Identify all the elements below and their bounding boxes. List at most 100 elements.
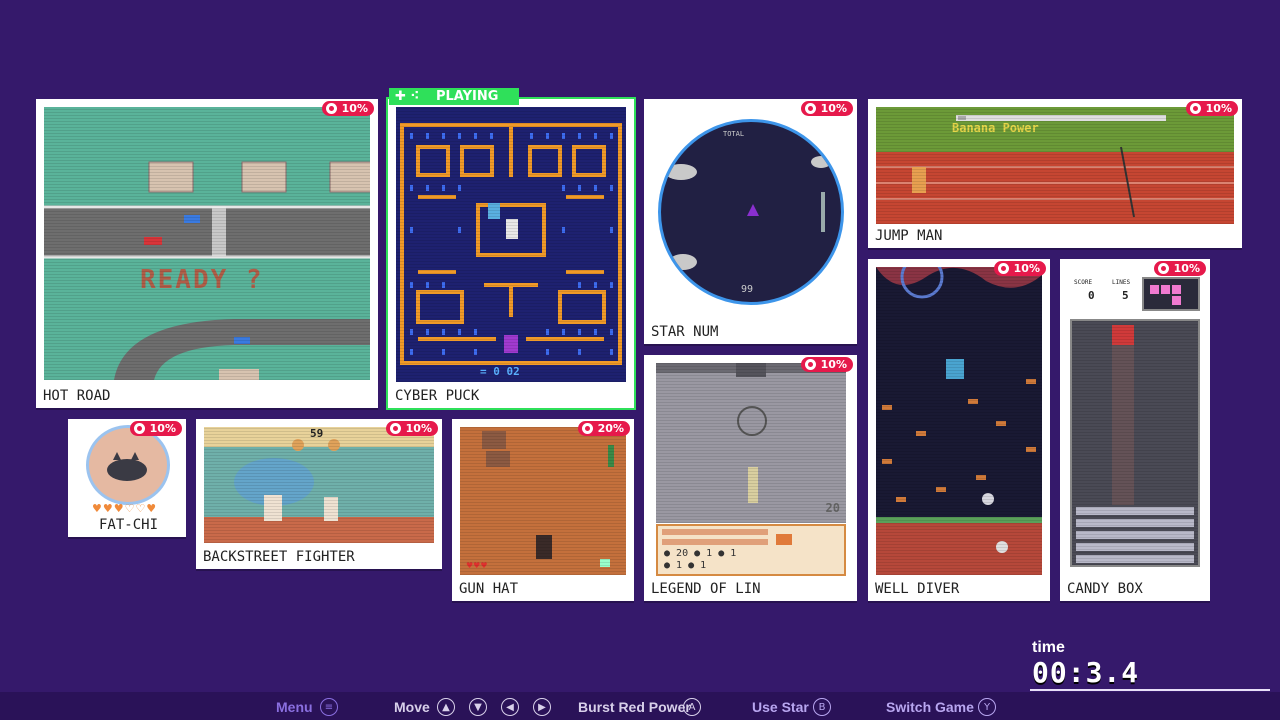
fat-chi-screen <box>86 425 170 505</box>
time-value: 00:3.4 <box>1032 656 1140 689</box>
game-title: WELL DIVER <box>875 581 960 597</box>
dungeon-room <box>656 363 846 503</box>
jump-man-screen: Banana Power <box>876 107 1234 224</box>
well-shaft <box>876 267 1042 575</box>
timer-icon <box>997 263 1009 274</box>
game-title: STAR NUM <box>651 324 719 340</box>
time-underline <box>1030 689 1270 691</box>
dpad-up-icon: ▲ <box>437 698 455 716</box>
dpad-down-icon: ▼ <box>469 698 487 716</box>
game-title: JUMP MAN <box>875 228 943 244</box>
game-card-well-diver[interactable]: 10% WELL DIVER <box>868 259 1050 601</box>
game-card-legend-of-lin[interactable]: 20 ● 20 ● 1 ● 1 ● 1 ● 1 10% LEGEND OF LI… <box>644 355 857 601</box>
game-title: BACKSTREET FIGHTER <box>203 549 355 565</box>
move-hint: Move <box>394 699 430 715</box>
completion-badge: 10% <box>993 261 1046 276</box>
score-value: 0 <box>1088 289 1095 302</box>
legend-counter: 20 <box>825 501 840 515</box>
game-title: CANDY BOX <box>1067 581 1143 597</box>
game-card-fat-chi[interactable]: ♥♥♥♡♡♥ 10% FAT-CHI <box>68 419 186 537</box>
lines-value: 5 <box>1122 289 1129 302</box>
game-title: LEGEND OF LIN <box>651 581 761 597</box>
game-card-candy-box[interactable]: SCORE 0 LINES 5 10% CANDY BOX <box>1060 259 1210 601</box>
maze <box>400 123 622 365</box>
desert-scene <box>482 431 614 567</box>
game-card-cyber-puck[interactable]: = 0 02 CYBER PUCK <box>388 99 634 408</box>
score-label: SCORE <box>1074 279 1093 286</box>
ready-text: READY ? <box>140 265 264 295</box>
star-hud-total: TOTAL <box>723 130 745 138</box>
health-bar <box>662 529 768 535</box>
timer-icon <box>389 423 401 434</box>
hot-road-track <box>44 161 370 380</box>
switch-game-hint: Switch Game <box>886 699 974 715</box>
score-panel: SCORE 0 LINES 5 <box>1070 277 1140 309</box>
hearts: ♥♥♥ <box>466 561 488 570</box>
legend-screen: 20 <box>656 363 846 523</box>
power-banner: Banana Power <box>952 121 1039 135</box>
completion-badge: 20% <box>577 421 630 436</box>
completion-badge: 10% <box>1153 261 1206 276</box>
gun-hat-screen: ♥♥♥ <box>460 427 626 575</box>
dpad-left-icon: ◀ <box>501 698 519 716</box>
stat-keys: 1 <box>706 548 713 559</box>
dpad-right-icon: ▶ <box>533 698 551 716</box>
menu-hint[interactable]: Menu <box>276 699 313 715</box>
puck-hud: = 0 02 <box>480 365 520 378</box>
game-card-backstreet-fighter[interactable]: 59 10% BACKSTREET FIGHTER <box>196 419 442 569</box>
timer-icon <box>581 423 593 434</box>
stat-arrows: 1 <box>700 560 707 571</box>
cyber-puck-screen: = 0 02 <box>396 107 626 382</box>
game-card-hot-road[interactable]: READY ? 10% HOT ROAD <box>36 99 378 408</box>
legend-stats-panel: ● 20 ● 1 ● 1 ● 1 ● 1 <box>656 524 846 576</box>
timer-icon <box>1189 103 1201 114</box>
fighter-stage <box>204 427 434 543</box>
completion-badge: 10% <box>129 421 182 436</box>
lines-label: LINES <box>1112 279 1131 286</box>
timer-icon <box>325 103 337 114</box>
game-card-star-num[interactable]: TOTAL 99 10% STAR NUM <box>644 99 857 344</box>
jump-man-track <box>876 115 1234 224</box>
map-icon <box>776 534 792 545</box>
hot-road-screen: READY ? <box>44 107 370 380</box>
game-card-jump-man[interactable]: Banana Power 10% JUMP MAN <box>868 99 1242 248</box>
playing-badge: ✚ ⁖ PLAYING <box>389 88 519 105</box>
use-star-hint: Use Star <box>752 699 809 715</box>
candy-box-well <box>1070 319 1200 567</box>
stat-bombs: 1 <box>730 548 737 559</box>
completion-badge: 10% <box>321 101 374 116</box>
cat-sprite <box>107 452 147 481</box>
burst-hint: Burst Red Power <box>578 699 691 715</box>
game-title: HOT ROAD <box>43 388 111 404</box>
b-button-icon: B <box>813 698 831 716</box>
completion-badge: 10% <box>1185 101 1238 116</box>
next-piece-box <box>1142 277 1200 311</box>
y-button-icon: Y <box>978 698 996 716</box>
round-timer: 59 <box>310 427 324 440</box>
star-num-screen: TOTAL 99 <box>658 119 844 305</box>
timer-icon <box>133 423 145 434</box>
candy-grid <box>1076 325 1194 563</box>
completion-badge: 10% <box>800 101 853 116</box>
mana-bar <box>662 539 768 545</box>
backstreet-screen: 59 <box>204 427 434 543</box>
completion-badge: 10% <box>800 357 853 372</box>
star-hud-count: 99 <box>741 284 754 295</box>
timer-icon <box>804 103 816 114</box>
stat-coins: 20 <box>676 548 689 559</box>
game-card-gun-hat[interactable]: ♥♥♥ 20% GUN HAT <box>452 419 634 601</box>
controller-icon: ✚ ⁖ <box>395 89 420 104</box>
well-diver-screen <box>876 267 1042 575</box>
star-num-field <box>665 156 831 270</box>
game-title: FAT-CHI <box>99 517 159 533</box>
hearts: ♥♥♥♡♡♥ <box>92 502 158 515</box>
game-title: GUN HAT <box>459 581 519 597</box>
a-button-icon: A <box>683 698 701 716</box>
game-title: CYBER PUCK <box>395 388 480 404</box>
menu-icon[interactable]: ≡ <box>320 698 338 716</box>
timer-icon <box>1157 263 1169 274</box>
timer-icon <box>804 359 816 370</box>
completion-badge: 10% <box>385 421 438 436</box>
stat-potions: 1 <box>676 560 683 571</box>
time-label: time <box>1032 639 1065 656</box>
